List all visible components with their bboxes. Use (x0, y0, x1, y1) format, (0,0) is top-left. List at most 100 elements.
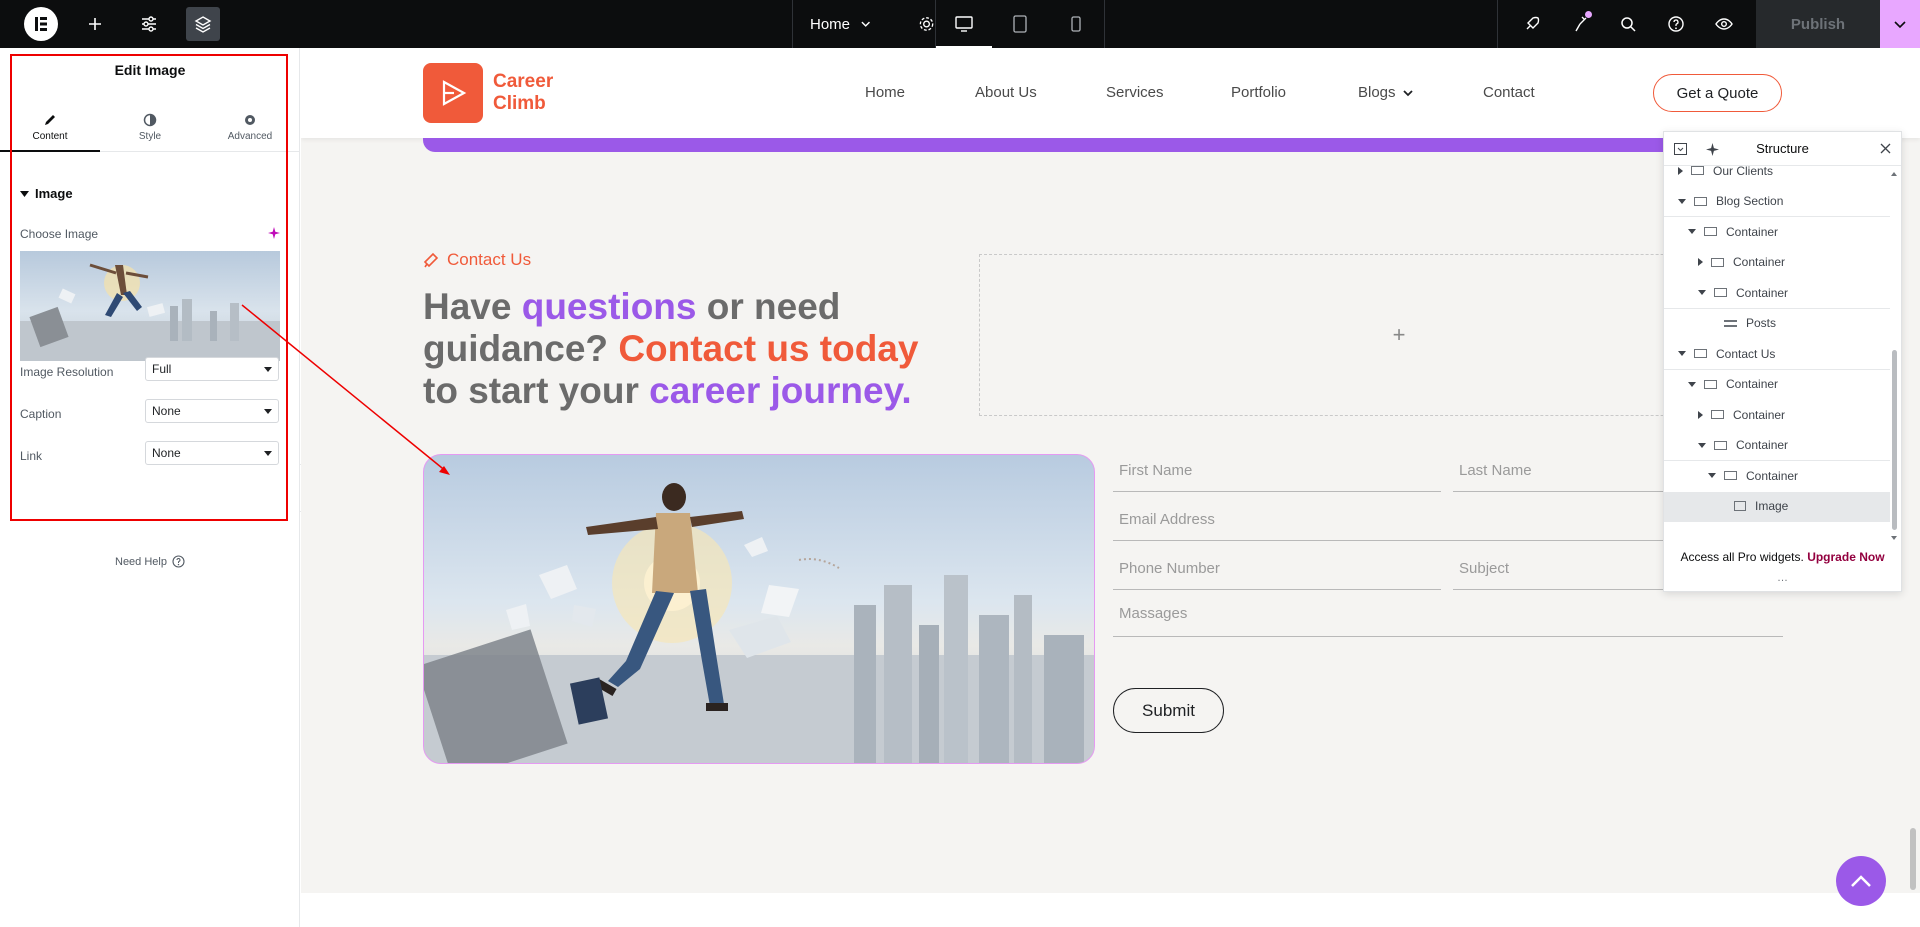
career-journey-image[interactable] (423, 454, 1095, 764)
caret-down-icon[interactable] (1698, 442, 1706, 448)
structure-row[interactable]: Container (1664, 248, 1890, 279)
caret-down-icon[interactable] (1688, 381, 1696, 387)
structure-row-label: Container (1726, 224, 1779, 239)
caret-down-icon (264, 409, 272, 414)
caret-down-icon (20, 191, 29, 197)
structure-row-label: Container (1746, 468, 1799, 483)
caret-right-icon[interactable] (1698, 258, 1703, 267)
submit-button[interactable]: Submit (1113, 688, 1224, 733)
caret-down-icon[interactable] (1698, 290, 1706, 296)
need-help-link[interactable]: Need Help (0, 555, 300, 568)
mobile-view-button[interactable] (1048, 0, 1104, 48)
notification-dot (1585, 11, 1592, 18)
sliders-icon (142, 16, 156, 32)
structure-row[interactable]: Posts (1664, 309, 1890, 340)
image-section-toggle[interactable]: Image (20, 186, 73, 201)
desktop-view-button[interactable] (936, 0, 992, 48)
caret-right-icon[interactable] (1698, 410, 1703, 419)
mobile-icon (1071, 16, 1081, 32)
ai-sparkle-icon[interactable] (268, 226, 280, 244)
structure-row-label: Container (1733, 255, 1786, 270)
headline-part: to start your (423, 370, 650, 411)
help-button[interactable] (1652, 0, 1700, 48)
tab-content[interactable]: Content (0, 104, 100, 152)
elementor-logo-button[interactable] (17, 0, 65, 48)
scroll-to-top-button[interactable] (1836, 856, 1886, 906)
publish-button[interactable]: Publish (1756, 0, 1880, 48)
structure-row[interactable]: Our Clients (1664, 156, 1890, 187)
need-help-text: Need Help (115, 555, 167, 568)
image-thumbnail[interactable] (20, 251, 280, 361)
help-icon (172, 555, 185, 568)
launchpad-button[interactable] (1508, 0, 1556, 48)
caret-down-icon[interactable] (1708, 473, 1716, 479)
tablet-view-button[interactable] (992, 0, 1048, 48)
scroll-up-icon[interactable] (1891, 172, 1897, 176)
messages-textarea[interactable]: Massages (1113, 605, 1783, 637)
gear-icon[interactable] (918, 15, 935, 33)
career-climb-logo-icon[interactable] (423, 63, 483, 123)
close-icon[interactable] (1880, 142, 1891, 157)
image-icon (1734, 501, 1746, 512)
tab-advanced[interactable]: Advanced (200, 104, 300, 151)
resolution-select[interactable]: Full (145, 357, 279, 381)
purple-banner-edge (423, 138, 1823, 152)
structure-row[interactable]: Image (1664, 491, 1890, 522)
link-select[interactable]: None (145, 441, 279, 465)
nav-contact[interactable]: Contact (1483, 84, 1535, 101)
structure-row[interactable]: Container (1664, 400, 1890, 431)
page-selector[interactable]: Home (793, 0, 935, 48)
nav-about-us[interactable]: About Us (975, 84, 1037, 101)
structure-row[interactable]: Container (1664, 431, 1890, 461)
container-icon (1704, 227, 1717, 237)
structure-row[interactable]: Container (1664, 461, 1890, 492)
edit-panel: Edit Image Content Style Advanced Image … (0, 48, 300, 927)
add-widget-plus[interactable]: + (1393, 322, 1406, 348)
scroll-down-icon[interactable] (1891, 536, 1897, 540)
chevron-down-icon (1402, 89, 1413, 96)
caret-down-icon (264, 451, 272, 456)
whats-new-button[interactable] (1556, 0, 1604, 48)
structure-row[interactable]: Container (1664, 278, 1890, 309)
structure-row-label: Container (1736, 438, 1789, 453)
contact-tag-text: Contact Us (447, 250, 532, 269)
search-button[interactable] (1604, 0, 1652, 48)
nav-services[interactable]: Services (1106, 84, 1164, 101)
nav-blogs[interactable]: Blogs (1358, 84, 1414, 101)
structure-row[interactable]: Container (1664, 217, 1890, 248)
nav-home[interactable]: Home (865, 84, 905, 101)
caret-down-icon[interactable] (1678, 198, 1686, 204)
add-element-button[interactable] (71, 0, 119, 48)
container-icon (1704, 379, 1717, 389)
structure-toggle-button[interactable] (179, 0, 227, 48)
structure-row[interactable]: Contact Us (1664, 339, 1890, 370)
structure-scrollbar[interactable] (1892, 350, 1897, 530)
site-settings-button[interactable] (125, 0, 173, 48)
tab-style[interactable]: Style (100, 104, 200, 151)
structure-row[interactable]: Container (1664, 522, 1890, 531)
phone-input[interactable]: Phone Number (1113, 560, 1441, 590)
nav-portfolio[interactable]: Portfolio (1231, 84, 1286, 101)
caret-right-icon[interactable] (1678, 166, 1683, 175)
eye-icon (1715, 18, 1733, 30)
structure-row[interactable]: Container (1664, 370, 1890, 401)
chevron-down-icon (861, 21, 870, 27)
section-title: Image (35, 186, 73, 201)
brand-name[interactable]: Career Climb (493, 71, 573, 115)
resize-handle[interactable]: … (1664, 573, 1901, 584)
upgrade-now-link[interactable]: Upgrade Now (1807, 550, 1884, 564)
caret-down-icon[interactable] (1688, 229, 1696, 235)
tablet-icon (1013, 15, 1027, 33)
caret-down-icon[interactable] (1678, 351, 1686, 357)
plus-icon (89, 18, 101, 30)
first-name-input[interactable]: First Name (1113, 462, 1441, 492)
structure-row[interactable]: Blog Section (1664, 187, 1890, 217)
structure-tree: Our Clients Blog Section Container Containe… (1664, 156, 1890, 530)
canvas-scrollbar[interactable] (1910, 828, 1916, 890)
caption-select[interactable]: None (145, 399, 279, 423)
get-a-quote-button[interactable]: Get a Quote (1653, 74, 1782, 112)
preview-button[interactable] (1700, 0, 1748, 48)
publish-options-button[interactable] (1880, 0, 1920, 48)
container-icon (1714, 288, 1727, 298)
tab-label: Style (138, 131, 162, 142)
